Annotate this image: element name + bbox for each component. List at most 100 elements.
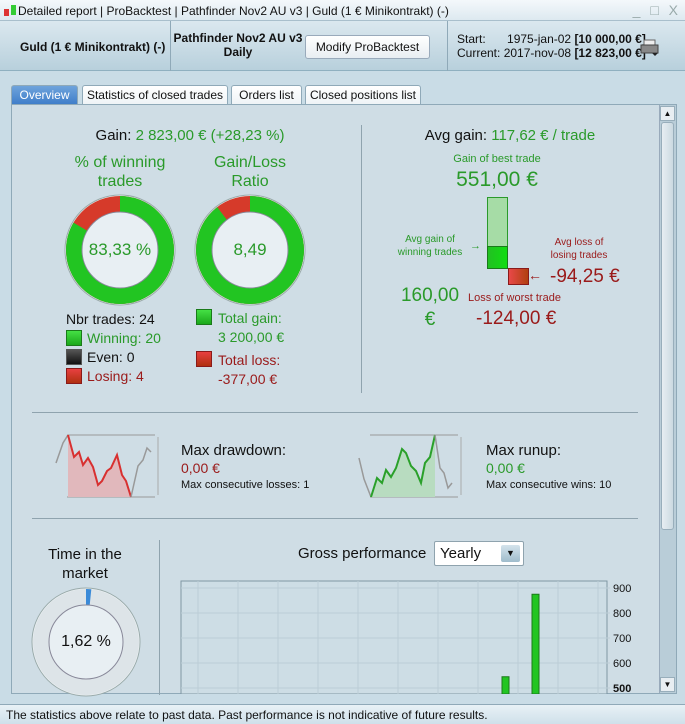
- avg-win-value: 160,00 €: [395, 284, 465, 332]
- chevron-down-icon[interactable]: ▼: [501, 545, 520, 562]
- avg-loss-value: -94,25 €: [550, 266, 620, 287]
- max-drawdown-label: Max drawdown:: [181, 442, 287, 459]
- avg-win-label: Avg gain of winning trades: [390, 233, 470, 259]
- drawdown-sparkline-icon: [55, 434, 159, 498]
- divider: [170, 21, 171, 71]
- start-date: 1975-jan-02: [507, 32, 572, 46]
- losing-count: Losing: 4: [87, 368, 144, 384]
- avg-gain-label: Avg gain:: [424, 127, 488, 144]
- period-select[interactable]: Yearly ▼: [434, 541, 524, 566]
- avg-loss-bar: [508, 268, 529, 285]
- gross-performance-chart: 900 800 700 600 500: [180, 580, 631, 694]
- tab-closed-positions[interactable]: Closed positions list: [305, 85, 421, 105]
- current-date: 2017-nov-08: [503, 46, 572, 60]
- total-gain-label: Total gain:: [218, 310, 282, 326]
- y-tick-label: 900: [613, 583, 631, 595]
- max-consecutive-wins: Max consecutive wins: 10: [486, 479, 612, 491]
- tab-overview[interactable]: Overview: [11, 85, 78, 105]
- tab-orders-list[interactable]: Orders list: [231, 85, 302, 105]
- winning-title-line: trades: [97, 173, 143, 190]
- total-loss-value: -377,00 €: [218, 371, 278, 387]
- period-value: Yearly: [440, 545, 482, 562]
- max-runup-label: Max runup:: [486, 442, 562, 459]
- winning-percent: 83,33 %: [88, 240, 152, 259]
- ratio-value: 8,49: [233, 240, 267, 259]
- total-gain-swatch: [196, 309, 212, 325]
- winning-title-line: % of winning: [74, 154, 166, 171]
- runup-sparkline-icon: [358, 434, 462, 498]
- avg-win-label-line: winning trades: [397, 247, 463, 258]
- avg-win-bar: [487, 246, 508, 269]
- worst-trade-value: -124,00 €: [476, 308, 557, 329]
- max-consecutive-losses: Max consecutive losses: 1: [181, 479, 310, 491]
- current-label: Current:: [457, 46, 501, 60]
- time-in-market-title: Time in the market: [30, 545, 140, 583]
- bar: [501, 676, 510, 694]
- status-bar: The statistics above relate to past data…: [0, 704, 685, 724]
- max-runup-value: 0,00 €: [486, 460, 525, 476]
- y-tick-label: 500: [613, 683, 631, 694]
- trade-counts: Nbr trades: 24 Winning: 20 Even: 0 Losin…: [66, 310, 161, 386]
- printer-icon[interactable]: [640, 39, 660, 57]
- divider: [32, 412, 638, 413]
- avg-loss-label-line: Avg loss of: [554, 237, 604, 248]
- total-gain-block: Total gain: 3 200,00 €: [218, 309, 284, 347]
- ratio-title-line: Gain/Loss: [213, 154, 287, 171]
- scroll-down-button[interactable]: ▼: [660, 677, 675, 692]
- divider: [361, 125, 362, 393]
- avg-win-value-line: 160,00: [400, 285, 460, 306]
- avg-win-label-line: Avg gain of: [405, 234, 455, 245]
- scroll-up-button[interactable]: ▲: [660, 106, 675, 121]
- capital-info: Start: 1975-jan-02 [10 000,00 €] Current…: [457, 32, 646, 60]
- timeframe: Daily: [223, 45, 253, 59]
- best-trade-label: Gain of best trade: [453, 153, 541, 165]
- winning-count: Winning: 20: [87, 330, 161, 346]
- modify-probacktest-button[interactable]: Modify ProBacktest: [305, 35, 430, 59]
- even-count: Even: 0: [87, 349, 135, 365]
- divider: [159, 540, 160, 695]
- even-swatch: [66, 349, 82, 365]
- avg-loss-label-line: losing trades: [550, 250, 608, 261]
- total-loss-swatch: [196, 351, 212, 367]
- winning-title: % of winning trades: [55, 153, 185, 191]
- best-trade-value: 551,00 €: [456, 168, 538, 191]
- time-title-line: Time in the: [48, 546, 122, 563]
- arrow-right-icon: →: [470, 240, 481, 252]
- arrow-left-icon: ←: [528, 267, 542, 283]
- avg-loss-label: Avg loss of losing trades: [545, 236, 613, 262]
- divider: [32, 518, 638, 519]
- total-gain-value: 3 200,00 €: [218, 329, 285, 345]
- system-info: Pathfinder Nov2 AU v3 Daily: [172, 31, 304, 59]
- time-in-market-value: 1,62 %: [61, 633, 111, 650]
- window-title: Detailed report | ProBacktest | Pathfind…: [18, 4, 449, 18]
- avg-win-value-line: €: [424, 309, 436, 330]
- tab-statistics-closed-trades[interactable]: Statistics of closed trades: [82, 85, 228, 105]
- total-loss-label: Total loss:: [218, 352, 281, 368]
- total-gain: Gain: 2 823,00 € (+28,23 %): [40, 127, 340, 144]
- y-tick-label: 600: [613, 658, 631, 670]
- system-name: Pathfinder Nov2 AU v3: [173, 31, 303, 45]
- instrument-name: Guld (1 € Minikontrakt) (-): [20, 40, 166, 54]
- y-tick-label: 800: [613, 608, 631, 620]
- bar: [531, 593, 540, 694]
- time-title-line: market: [62, 565, 108, 582]
- divider: [447, 21, 448, 71]
- app-candles-icon: [4, 5, 16, 16]
- gross-performance-title: Gross performance: [298, 545, 427, 562]
- start-value: [10 000,00 €]: [574, 32, 646, 46]
- losing-swatch: [66, 368, 82, 384]
- avg-gain-value: 117,62 € / trade: [491, 127, 596, 144]
- gain-label: Gain:: [95, 127, 132, 144]
- y-tick-label: 700: [613, 633, 631, 645]
- title-bar: Detailed report | ProBacktest | Pathfind…: [0, 0, 685, 21]
- scrollbar-thumb[interactable]: [661, 122, 674, 530]
- max-drawdown-value: 0,00 €: [181, 460, 220, 476]
- ratio-title: Gain/Loss Ratio: [185, 153, 315, 191]
- total-loss-block: Total loss: -377,00 €: [218, 351, 280, 389]
- winning-swatch: [66, 330, 82, 346]
- window-controls[interactable]: _ □ X: [633, 2, 681, 18]
- gain-value: 2 823,00 € (+28,23 %): [135, 127, 285, 144]
- nbr-trades: Nbr trades: 24: [66, 311, 155, 327]
- avg-gain: Avg gain: 117,62 € / trade: [370, 127, 650, 144]
- ratio-title-line: Ratio: [231, 173, 269, 190]
